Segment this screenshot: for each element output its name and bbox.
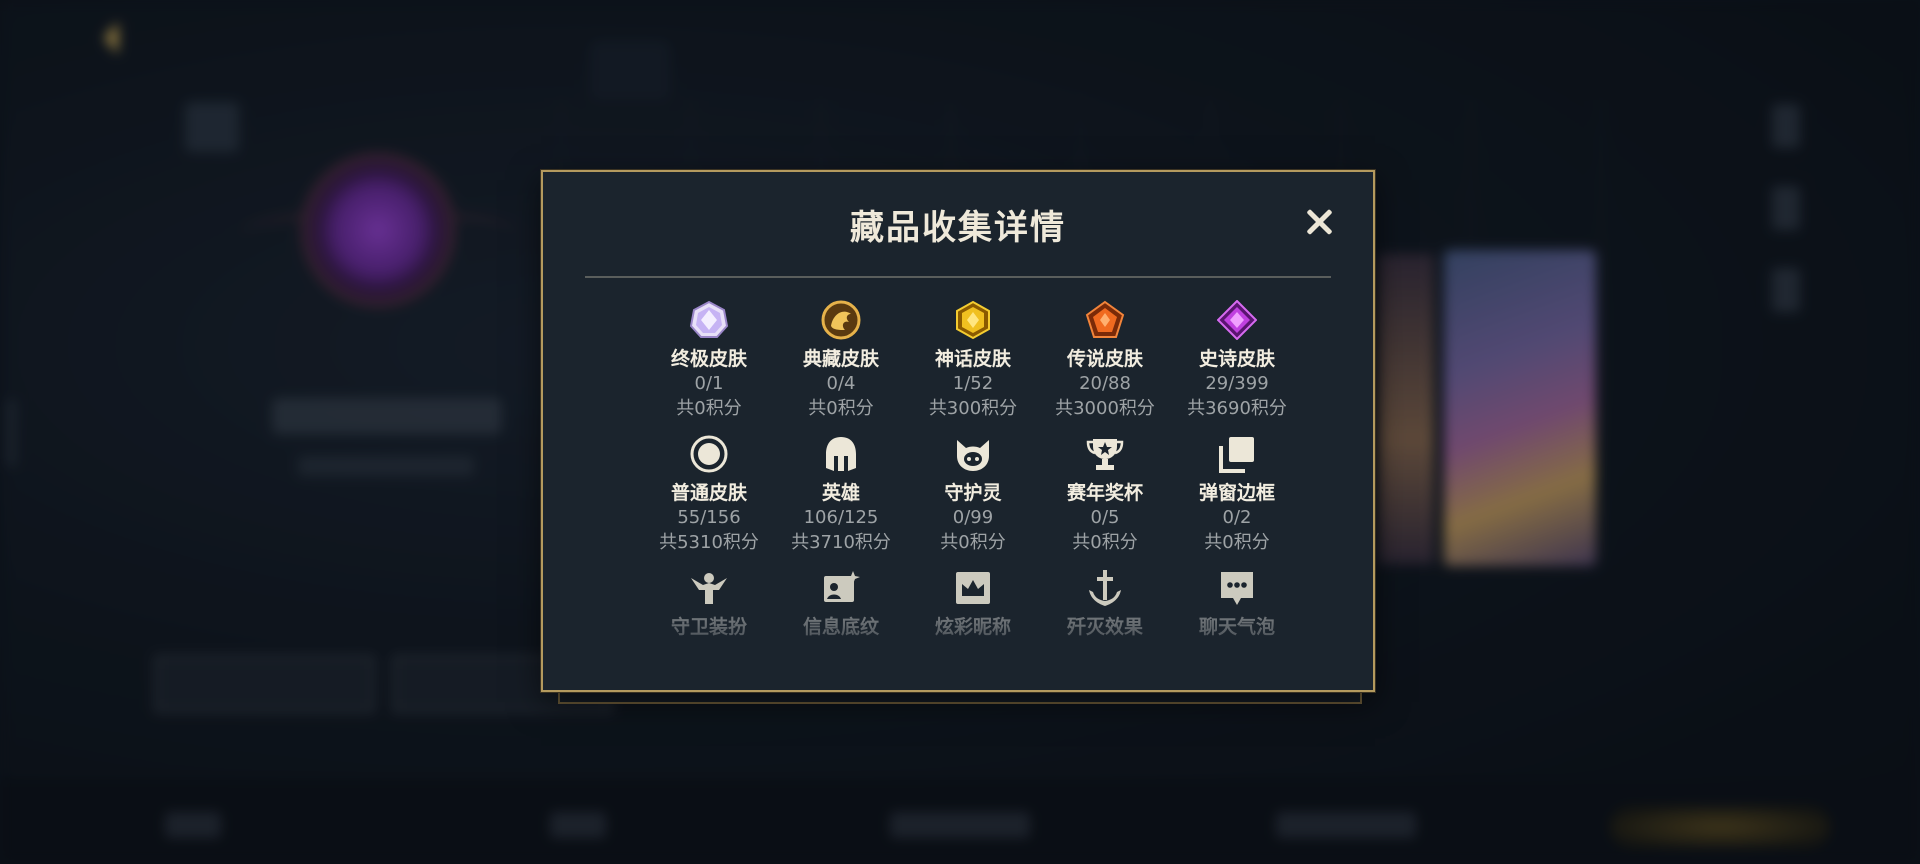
close-icon[interactable]: [1303, 206, 1335, 238]
normal-skin-circle-icon: [690, 435, 728, 473]
collection-row: 普通皮肤 55/156 共5310积分 英雄 106/125 共3710积分 守…: [643, 434, 1303, 564]
colorful-nickname-icon: [956, 572, 990, 604]
collection-item-guard-costume[interactable]: 守卫装扮: [643, 568, 775, 639]
guard-costume-icon: [691, 573, 727, 604]
collection-item-colorful-nickname[interactable]: 炫彩昵称: [907, 568, 1039, 639]
popup-frame-icon: [1219, 437, 1254, 473]
collection-item-collection-skin[interactable]: 典藏皮肤 0/4 共0积分: [775, 300, 907, 421]
collection-item-legend-skin[interactable]: 传说皮肤 20/88 共3000积分: [1039, 300, 1171, 421]
collection-row: 终极皮肤 0/1 共0积分 典藏皮肤 0/4 共0积分 神话皮肤 1/52 共3…: [643, 300, 1303, 430]
collection-item-hero[interactable]: 英雄 106/125 共3710积分: [775, 434, 907, 555]
collection-item-annihilation-effect[interactable]: 歼灭效果: [1039, 568, 1171, 639]
collection-item-epic-skin[interactable]: 史诗皮肤 29/399 共3690积分: [1171, 300, 1303, 421]
chat-bubble-icon: [1221, 572, 1253, 605]
epic-gem-icon: [1217, 300, 1257, 340]
guardian-spirit-icon: [957, 440, 989, 471]
mythic-gem-icon: [956, 300, 990, 340]
collection-item-popup-frame[interactable]: 弹窗边框 0/2 共0积分: [1171, 434, 1303, 555]
collection-item-guardian-spirit[interactable]: 守护灵 0/99 共0积分: [907, 434, 1039, 555]
hero-helmet-icon: [826, 437, 856, 471]
ultimate-skin-gem-icon: [689, 300, 729, 338]
annihilation-effect-icon: [1089, 570, 1121, 606]
trophy-icon: [1086, 439, 1124, 470]
collection-dragon-icon: [821, 300, 861, 340]
collection-item-chat-bubble[interactable]: 聊天气泡: [1171, 568, 1303, 639]
collection-detail-modal: 藏品收集详情 终极皮肤 0/1 共0积分 典藏皮肤 0/4 共0积分 神话皮肤 …: [541, 170, 1375, 692]
info-background-icon: [824, 571, 860, 602]
collection-item-season-trophy[interactable]: 赛年奖杯 0/5 共0积分: [1039, 434, 1171, 555]
collection-row: 守卫装扮 信息底纹 炫彩昵称 歼灭效果 聊天气泡: [643, 568, 1303, 690]
title-divider: [585, 276, 1331, 278]
collection-item-ultimate-skin[interactable]: 终极皮肤 0/1 共0积分: [643, 300, 775, 421]
collection-item-info-background[interactable]: 信息底纹: [775, 568, 907, 639]
collection-item-mythic-skin[interactable]: 神话皮肤 1/52 共300积分: [907, 300, 1039, 421]
legend-gem-icon: [1085, 300, 1125, 338]
collection-item-normal-skin[interactable]: 普通皮肤 55/156 共5310积分: [643, 434, 775, 555]
modal-title: 藏品收集详情: [850, 208, 1066, 248]
